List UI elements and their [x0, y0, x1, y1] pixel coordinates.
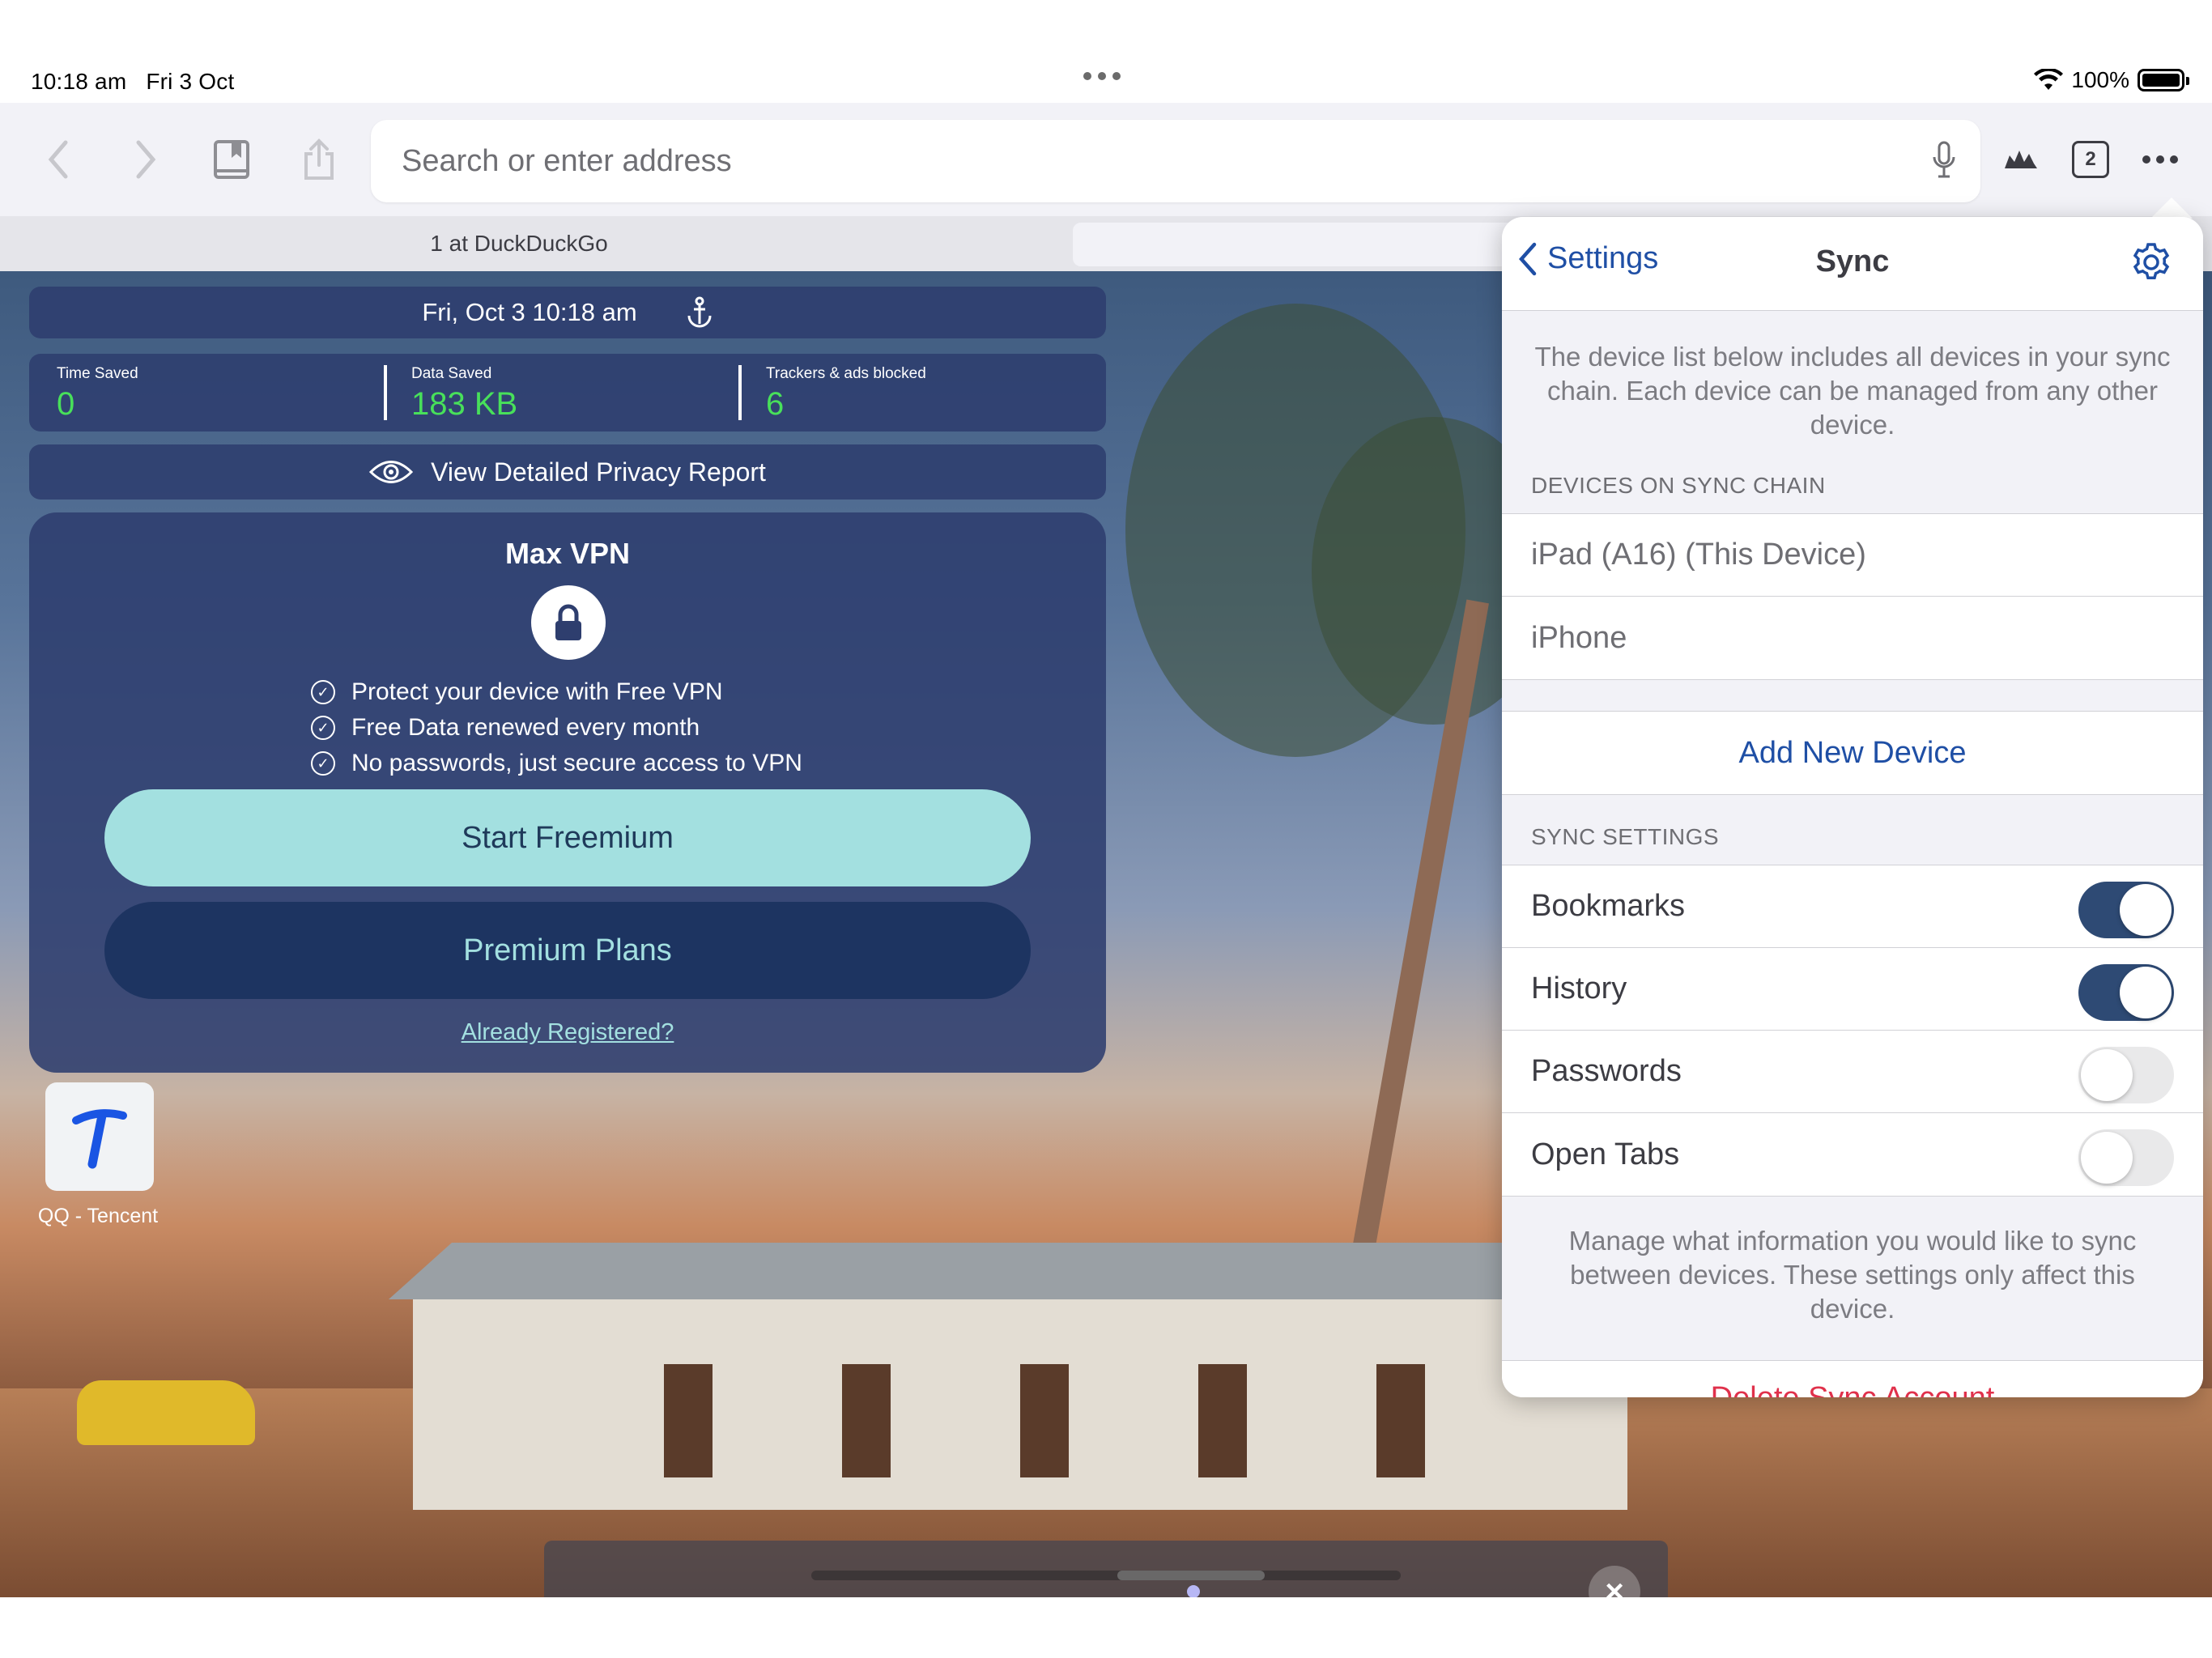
privacy-report-button[interactable]: View Detailed Privacy Report — [29, 444, 1106, 500]
stat-data-saved: Data Saved 183 KB — [411, 365, 518, 422]
report-label: View Detailed Privacy Report — [431, 457, 766, 487]
bookmark-label: QQ - Tencent — [37, 1205, 159, 1227]
status-time: 10:18 am Fri 3 Oct — [31, 69, 235, 94]
privacy-stats-widget: Time Saved 0 Data Saved 183 KB Trackers … — [29, 354, 1106, 432]
multitasking-dots[interactable] — [1083, 72, 1121, 80]
lock-icon — [531, 585, 606, 660]
eye-icon — [369, 461, 414, 483]
anchor-icon[interactable] — [686, 296, 713, 329]
vpn-feature: ✓ Free Data renewed every month — [311, 710, 802, 746]
start-freemium-button[interactable]: Start Freemium — [104, 789, 1031, 886]
bookmark-tile-qq[interactable] — [45, 1082, 154, 1191]
sync-setting-open-tabs: Open Tabs — [1502, 1113, 2203, 1196]
devices-list: iPad (A16) (This Device) iPhone — [1502, 513, 2203, 680]
vpn-widget: Max VPN ✓ Protect your device with Free V… — [29, 512, 1106, 1073]
chevron-left-icon[interactable] — [32, 134, 84, 185]
checkmark-icon: ✓ — [311, 680, 335, 704]
bookmarks-toggle[interactable] — [2078, 882, 2174, 938]
add-new-device-button[interactable]: Add New Device — [1502, 712, 2203, 794]
history-toggle[interactable] — [2078, 964, 2174, 1021]
ellipsis-icon[interactable] — [2134, 134, 2186, 185]
share-icon[interactable] — [293, 134, 345, 185]
popover-header: Settings Sync — [1502, 217, 2203, 311]
already-registered-link[interactable]: Already Registered? — [29, 1019, 1106, 1046]
privacy-date-widget: Fri, Oct 3 10:18 am — [29, 287, 1106, 338]
vpn-feature: ✓ Protect your device with Free VPN — [311, 674, 802, 710]
sync-settings-list: Bookmarks History Passwords Open Tabs — [1502, 865, 2203, 1197]
chevron-right-icon[interactable] — [120, 134, 172, 185]
sync-settings-footer: Manage what information you would like t… — [1568, 1226, 2137, 1324]
device-row[interactable]: iPad (A16) (This Device) — [1502, 514, 2203, 597]
book-icon[interactable] — [206, 134, 257, 185]
tab-switcher-button[interactable]: 2 — [2065, 134, 2116, 185]
tab-active[interactable]: 1 at DuckDuckGo — [0, 216, 1038, 271]
microphone-icon[interactable] — [1932, 141, 1956, 184]
checkmark-icon: ✓ — [311, 716, 335, 740]
address-bar[interactable]: Search or enter address — [371, 120, 1980, 202]
tab-count: 2 — [2072, 141, 2109, 178]
premium-plans-button[interactable]: Premium Plans — [104, 902, 1031, 999]
vpn-feature-list: ✓ Protect your device with Free VPN ✓ Free… — [311, 674, 802, 781]
date-time-label: Fri, Oct 3 10:18 am — [422, 298, 637, 326]
sync-intro-text: The device list below includes all devic… — [1534, 342, 2171, 440]
stat-time-saved: Time Saved 0 — [57, 365, 138, 422]
status-right: 100% — [2034, 67, 2189, 93]
checkmark-icon: ✓ — [311, 751, 335, 776]
battery-icon — [2138, 69, 2189, 91]
sync-setting-history: History — [1502, 948, 2203, 1031]
delete-sync-account-button[interactable]: Delete Sync Account — [1502, 1381, 2203, 1397]
status-bar: 10:18 am Fri 3 Oct 100% — [0, 61, 2212, 103]
popover-arrow — [2150, 198, 2193, 219]
privacy-shield-icon[interactable] — [1995, 134, 2047, 185]
bottom-bar — [544, 1541, 1668, 1597]
popover-title: Sync — [1815, 244, 1890, 278]
open-tabs-toggle[interactable] — [2078, 1129, 2174, 1186]
vpn-feature: ✓ No passwords, just secure access to VPN — [311, 746, 802, 781]
sync-settings-header: SYNC SETTINGS — [1531, 824, 1720, 849]
devices-section-header: DEVICES ON SYNC CHAIN — [1531, 473, 1826, 498]
car-image — [77, 1380, 255, 1445]
device-row[interactable]: iPhone — [1502, 597, 2203, 679]
address-placeholder: Search or enter address — [402, 144, 732, 178]
add-device-group: Add New Device — [1502, 711, 2203, 795]
sync-setting-passwords: Passwords — [1502, 1031, 2203, 1113]
tencent-logo-icon — [72, 1109, 127, 1169]
wifi-icon — [2034, 69, 2064, 90]
hotel-building — [389, 1243, 1652, 1510]
vpn-title: Max VPN — [504, 537, 631, 570]
browser-toolbar: Search or enter address 2 — [0, 103, 2212, 216]
sync-popover: Settings Sync The device list below incl… — [1502, 217, 2203, 1397]
battery-percent: 100% — [2071, 67, 2129, 92]
passwords-toggle[interactable] — [2078, 1047, 2174, 1103]
sync-setting-bookmarks: Bookmarks — [1502, 865, 2203, 948]
stat-trackers-blocked: Trackers & ads blocked 6 — [766, 365, 926, 422]
gear-icon[interactable] — [2129, 240, 2174, 289]
horizontal-scrollbar[interactable] — [811, 1571, 1401, 1580]
page-indicator — [1187, 1585, 1200, 1598]
